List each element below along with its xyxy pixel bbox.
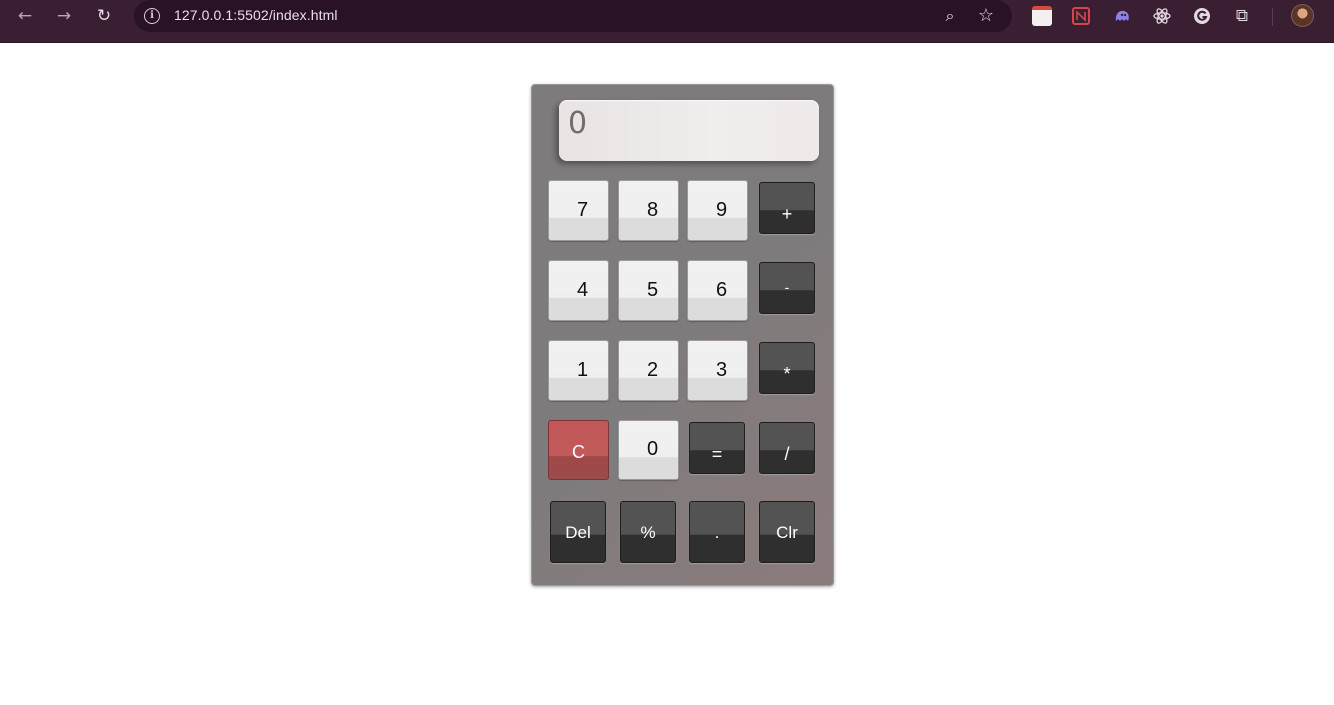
key-7[interactable]: 7 — [548, 180, 609, 241]
key-0[interactable]: 0 — [618, 420, 679, 480]
key-decimal[interactable]: . — [689, 501, 745, 563]
key-multiply[interactable]: * — [759, 342, 815, 394]
calendar-extension-icon[interactable] — [1032, 6, 1052, 26]
key-9[interactable]: 9 — [687, 180, 748, 241]
zoom-icon[interactable]: ⌕ — [940, 6, 960, 26]
key-8[interactable]: 8 — [618, 180, 679, 241]
key-clear-all[interactable]: Clr — [759, 501, 815, 563]
grammarly-extension-icon[interactable] — [1192, 6, 1212, 26]
bookmark-star-icon[interactable]: ☆ — [976, 6, 996, 26]
key-divide[interactable]: / — [759, 422, 815, 474]
reload-icon[interactable]: ↻ — [91, 5, 117, 27]
extensions-puzzle-icon[interactable]: ⧉ — [1232, 6, 1252, 26]
key-add[interactable]: + — [759, 182, 815, 234]
key-delete[interactable]: Del — [550, 501, 606, 563]
key-clear[interactable]: C — [548, 420, 609, 480]
key-6[interactable]: 6 — [687, 260, 748, 321]
key-3[interactable]: 3 — [687, 340, 748, 401]
key-5[interactable]: 5 — [618, 260, 679, 321]
key-subtract[interactable]: - — [759, 262, 815, 314]
calculator: 0 7 8 9 + 4 5 6 - 1 2 3 * C 0 = / Del % … — [531, 84, 834, 586]
key-2[interactable]: 2 — [618, 340, 679, 401]
key-4[interactable]: 4 — [548, 260, 609, 321]
address-bar[interactable]: i 127.0.0.1:5502/index.html ⌕ ☆ — [134, 0, 1012, 32]
key-percent[interactable]: % — [620, 501, 676, 563]
calculator-display: 0 — [559, 100, 819, 161]
react-extension-icon[interactable] — [1152, 6, 1172, 26]
notion-extension-icon[interactable] — [1072, 7, 1090, 25]
back-arrow-icon[interactable]: ← — [12, 5, 38, 27]
display-value: 0 — [568, 106, 588, 141]
profile-avatar[interactable] — [1291, 4, 1314, 27]
ghost-extension-icon[interactable] — [1112, 6, 1132, 26]
browser-toolbar: ← → ↻ i 127.0.0.1:5502/index.html ⌕ ☆ ⧉ — [0, 0, 1334, 43]
key-equals[interactable]: = — [689, 422, 745, 474]
url-text[interactable]: 127.0.0.1:5502/index.html — [174, 7, 338, 23]
toolbar-separator — [1272, 8, 1273, 26]
forward-arrow-icon[interactable]: → — [51, 5, 77, 27]
key-1[interactable]: 1 — [548, 340, 609, 401]
site-info-icon[interactable]: i — [144, 8, 160, 24]
